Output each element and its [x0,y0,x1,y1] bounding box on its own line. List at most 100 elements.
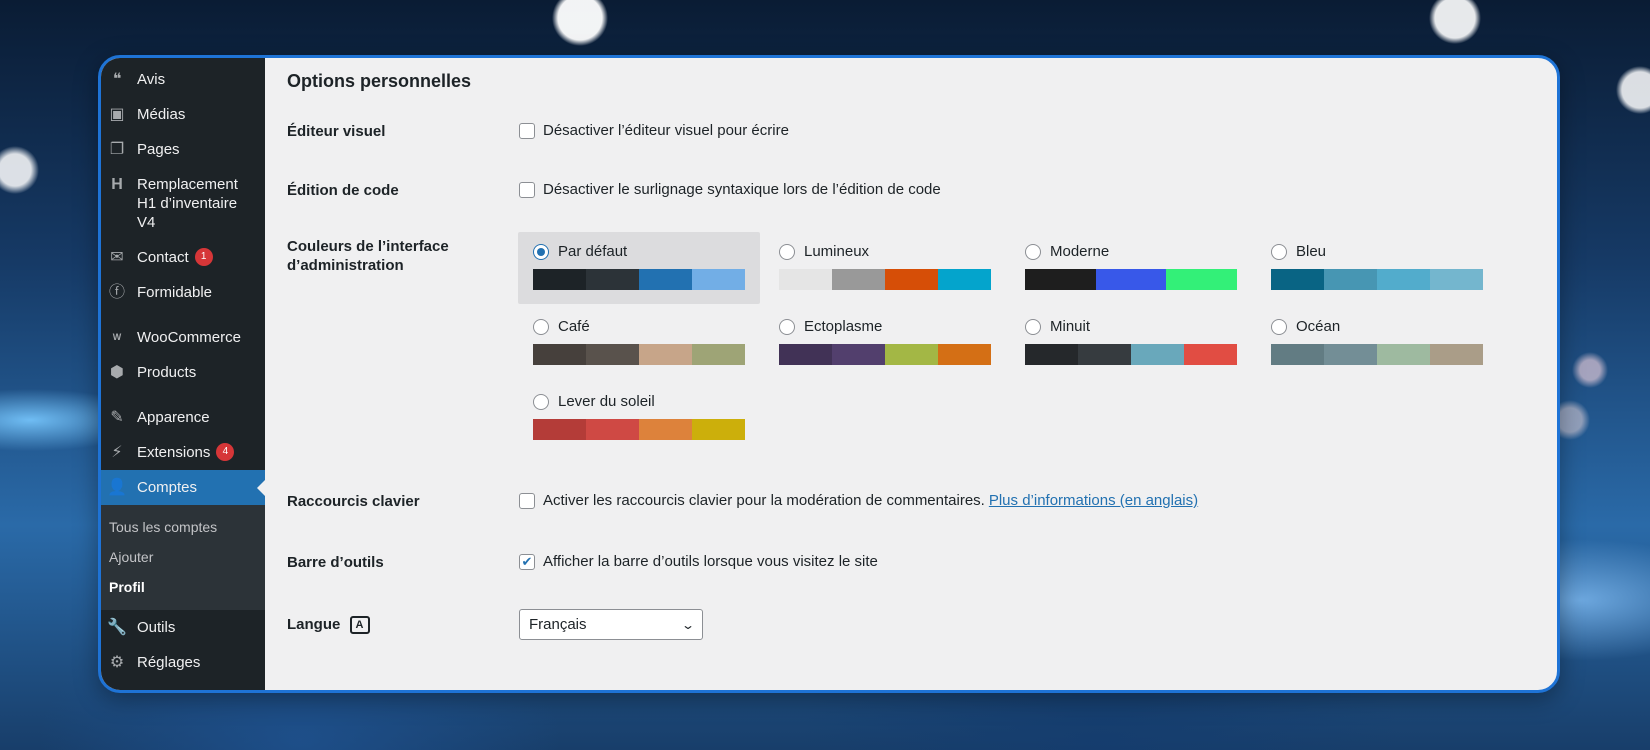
color-scheme-header: Moderne [1025,242,1237,261]
color-scheme-option[interactable]: Moderne [1010,232,1252,304]
color-swatch [533,344,586,365]
sidebar-item-pages[interactable]: ❐ Pages [101,132,265,167]
color-scheme-option[interactable]: Bleu [1256,232,1498,304]
submenu-item-ajouter[interactable]: Ajouter [101,542,265,572]
sidebar-item-reglages[interactable]: ⚙ Réglages [101,645,265,680]
media-icon: ▣ [109,106,125,123]
admin-sidebar: ❝ Avis ▣ Médias ❐ Pages H Remplacement H… [101,58,265,690]
shortcuts-option: Activer les raccourcis clavier pour la m… [519,492,1535,509]
color-scheme-name: Océan [1296,318,1341,335]
color-swatch [639,344,692,365]
color-swatch [1131,344,1184,365]
color-scheme-option[interactable]: Minuit [1010,307,1252,379]
menu-separator [101,310,265,320]
toolbar-row: Barre d’outils ✔ Afficher la barre d’out… [287,553,1535,572]
color-swatch [1271,269,1324,290]
menu-separator [101,390,265,400]
color-swatch [1324,269,1377,290]
sidebar-item-label: Avis [137,71,166,88]
toolbar-checkbox-label: Afficher la barre d’outils lorsque vous … [543,553,878,570]
color-scheme-radio[interactable] [1271,243,1287,260]
color-palette [533,269,745,290]
color-palette [1271,344,1483,365]
color-scheme-radio[interactable] [1025,243,1041,260]
quote-icon: ❝ [112,71,122,88]
color-scheme-picker: Par défaut Lumineux Moderne Bleu Café Ectopla… [518,232,1498,454]
color-scheme-option[interactable]: Café [518,307,760,379]
color-scheme-radio[interactable] [533,318,549,335]
shortcuts-checkbox[interactable] [519,492,535,509]
color-swatch [938,344,991,365]
language-select-value: Français [529,616,587,633]
code-editing-checkbox[interactable] [519,181,535,198]
color-swatch [1184,344,1237,365]
color-scheme-name: Bleu [1296,243,1327,260]
sidebar-item-outils[interactable]: 🔧 Outils [101,610,265,645]
color-palette [779,344,991,365]
color-swatch [1430,344,1483,365]
color-swatch [938,269,991,290]
color-scheme-option[interactable]: Océan [1256,307,1498,379]
color-scheme-header: Ectoplasme [779,317,991,336]
admin-window: ❝ Avis ▣ Médias ❐ Pages H Remplacement H… [98,55,1560,693]
color-scheme-option[interactable]: Lever du soleil [518,382,760,454]
code-editing-checkbox-label: Désactiver le surlignage syntaxique lors… [543,181,941,198]
sidebar-item-comptes[interactable]: 👤 Comptes [101,470,265,505]
chevron-down-icon: ⌄ [680,617,696,632]
more-info-link[interactable]: Plus d’informations (en anglais) [989,492,1198,509]
shortcuts-checkbox-label: Activer les raccourcis clavier pour la m… [543,492,985,509]
sidebar-item-apparence[interactable]: ✎ Apparence [101,400,265,435]
color-scheme-radio[interactable] [533,243,549,260]
color-palette [779,269,991,290]
sidebar-item-label: WooCommerce [137,329,241,346]
color-swatch [1430,269,1483,290]
submenu-item-tous-les-comptes[interactable]: Tous les comptes [101,512,265,542]
color-swatch [692,344,745,365]
submenu-item-profil[interactable]: Profil [101,572,265,602]
color-swatch [832,269,885,290]
color-scheme-option[interactable]: Ectoplasme [764,307,1006,379]
color-swatch [1095,269,1167,290]
color-scheme-option[interactable]: Par défaut [518,232,760,304]
toolbar-checkbox[interactable]: ✔ [519,553,535,570]
color-scheme-header: Bleu [1271,242,1483,261]
color-scheme-radio[interactable] [533,393,549,410]
color-swatch [1377,269,1430,290]
color-scheme-radio[interactable] [779,243,795,260]
color-swatch [1025,269,1096,290]
sidebar-item-label: Products [137,364,197,381]
sidebar-item-label: Réglages [137,654,201,671]
visual-editor-option[interactable]: Désactiver l’éditeur visuel pour écrire [519,122,1535,139]
color-scheme-name: Minuit [1050,318,1091,335]
appearance-icon: ✎ [110,409,124,426]
color-scheme-option[interactable]: Lumineux [764,232,1006,304]
language-label: Langue [287,615,341,633]
sidebar-item-remplacement-h1[interactable]: H Remplacement H1 d’inventaire V4 [101,167,265,240]
color-swatch [639,269,692,290]
color-scheme-header: Café [533,317,745,336]
language-select[interactable]: Français ⌄ [519,609,703,640]
sidebar-item-extensions[interactable]: ⚡ Extensions 4 [101,435,265,470]
sidebar-item-avis[interactable]: ❝ Avis [101,62,265,97]
sidebar-item-formidable[interactable]: ⓕ Formidable [101,275,265,310]
color-scheme-name: Ectoplasme [804,318,883,335]
sidebar-item-woocommerce[interactable]: W WooCommerce [101,320,265,355]
color-swatch [1078,344,1131,365]
color-scheme-radio[interactable] [1025,318,1041,335]
translation-icon: A [349,616,370,635]
code-editing-option[interactable]: Désactiver le surlignage syntaxique lors… [519,181,1535,198]
sidebar-item-medias[interactable]: ▣ Médias [101,97,265,132]
sidebar-item-label: Contact [137,249,189,266]
color-scheme-radio[interactable] [779,318,795,335]
products-icon: ⬢ [110,364,124,381]
color-scheme-header: Minuit [1025,317,1237,336]
plugins-icon: ⚡ [111,444,123,461]
visual-editor-checkbox[interactable] [519,122,535,139]
toolbar-option[interactable]: ✔ Afficher la barre d’outils lorsque vou… [519,553,1535,570]
shortcuts-label: Raccourcis clavier [287,493,420,510]
color-scheme-radio[interactable] [1271,318,1287,335]
color-swatch [885,344,938,365]
sidebar-item-contact[interactable]: ✉ Contact 1 [101,240,265,275]
sidebar-item-products[interactable]: ⬢ Products [101,355,265,390]
color-scheme-name: Lever du soleil [558,393,655,410]
